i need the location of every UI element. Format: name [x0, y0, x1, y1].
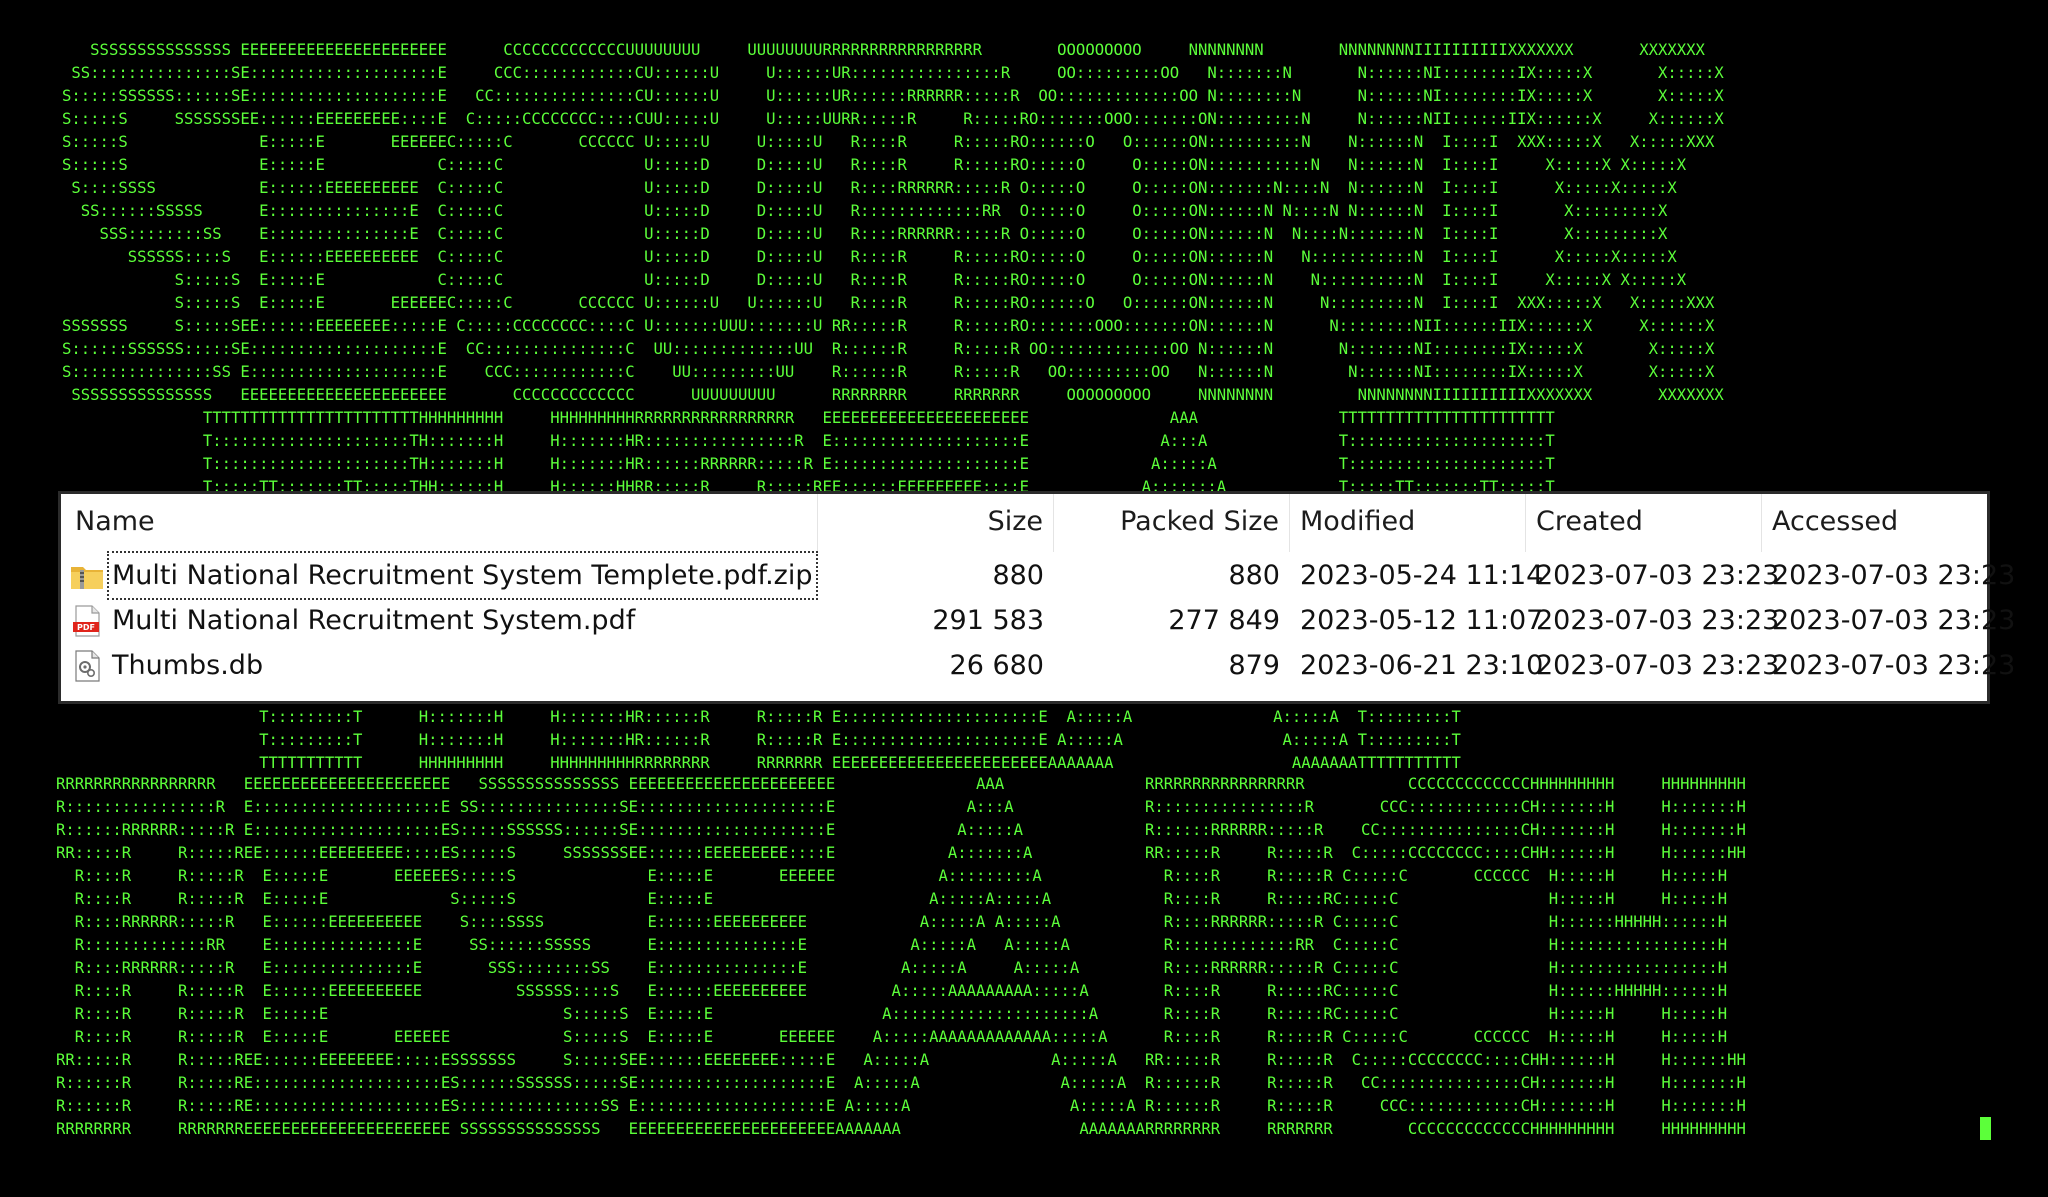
modified-cell: 2023-05-24 11:14	[1300, 560, 1544, 591]
accessed-cell: 2023-07-03 23:23	[1772, 560, 2016, 591]
column-header-modified[interactable]: Modified	[1290, 494, 1526, 552]
svg-text:PDF: PDF	[77, 623, 95, 632]
packed-size-cell: 879	[1228, 650, 1280, 681]
ascii-banner-top: SSSSSSSSSSSSSSS EEEEEEEEEEEEEEEEEEEEEE C…	[62, 41, 1724, 496]
accessed-cell: 2023-07-03 23:23	[1772, 605, 2016, 636]
created-cell: 2023-07-03 23:23	[1536, 560, 1780, 591]
name-cell: Multi National Recruitment System Temple…	[61, 551, 818, 600]
file-name: Thumbs.db	[112, 650, 264, 681]
file-row-thumbs[interactable]: Thumbs.db 26 680 879 2023-06-21 23:10 20…	[61, 643, 2016, 688]
created-cell: 2023-07-03 23:23	[1536, 605, 1780, 636]
pdf-icon: PDF	[73, 604, 100, 637]
size-cell: 880	[992, 560, 1044, 591]
size-cell: 291 583	[932, 605, 1044, 636]
packed-size-cell: 277 849	[1168, 605, 1280, 636]
modified-cell: 2023-05-12 11:07	[1300, 605, 1544, 636]
file-row-zip[interactable]: Multi National Recruitment System Temple…	[61, 551, 2016, 600]
column-header-row: Name Size Packed Size Modified Created A…	[61, 494, 1987, 552]
zip-folder-icon	[71, 566, 103, 589]
file-name: Multi National Recruitment System Temple…	[107, 551, 818, 600]
packed-size-cell: 880	[1228, 560, 1280, 591]
file-name: Multi National Recruitment System.pdf	[112, 605, 636, 636]
size-cell: 26 680	[949, 650, 1044, 681]
system-file-icon	[75, 649, 100, 682]
created-cell: 2023-07-03 23:23	[1536, 650, 1780, 681]
column-header-accessed[interactable]: Accessed	[1762, 494, 1987, 552]
ascii-banner-middle: T:::::::::T H:::::::H H:::::::HR::::::R …	[259, 708, 1461, 772]
column-header-packed-size[interactable]: Packed Size	[1054, 494, 1290, 552]
accessed-cell: 2023-07-03 23:23	[1772, 650, 2016, 681]
column-header-name[interactable]: Name	[61, 494, 818, 552]
ascii-banner-bottom: RRRRRRRRRRRRRRRRR EEEEEEEEEEEEEEEEEEEEEE…	[56, 775, 1746, 1138]
column-header-created[interactable]: Created	[1526, 494, 1762, 552]
terminal-cursor	[1980, 1117, 1991, 1140]
file-list-panel: Name Size Packed Size Modified Created A…	[58, 491, 2016, 704]
file-row-pdf[interactable]: PDF Multi National Recruitment System.pd…	[61, 598, 2016, 643]
modified-cell: 2023-06-21 23:10	[1300, 650, 1544, 681]
name-cell: PDF Multi National Recruitment System.pd…	[61, 598, 818, 643]
column-header-size[interactable]: Size	[818, 494, 1054, 552]
name-cell: Thumbs.db	[61, 643, 818, 688]
